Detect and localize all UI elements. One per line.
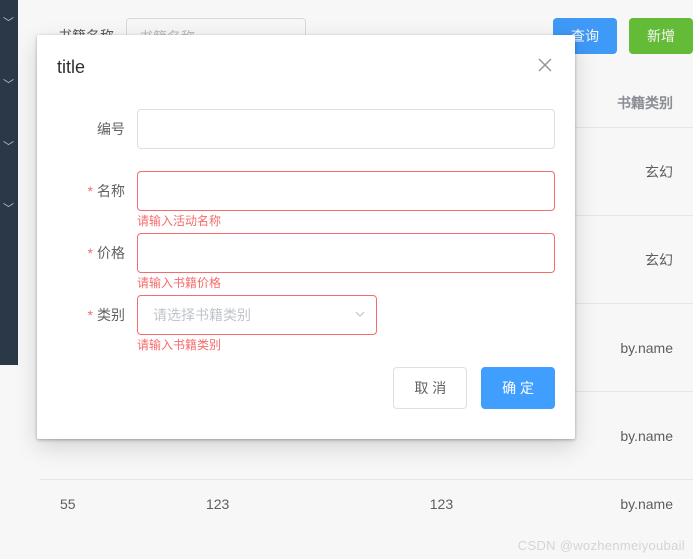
label-category: *类别 [57, 295, 137, 335]
dialog-header: title [37, 35, 575, 89]
form-item-price: *价格 请输入书籍价格 [57, 233, 555, 273]
label-name: *名称 [57, 171, 137, 211]
label-id: 编号 [57, 109, 137, 149]
id-input[interactable] [137, 109, 555, 149]
error-category: 请输入书籍类别 [137, 335, 221, 351]
select-placeholder: 请选择书籍类别 [153, 307, 251, 323]
chevron-down-icon [354, 296, 366, 334]
form-item-category: *类别 请选择书籍类别 请输入书籍类别 [57, 295, 555, 335]
cancel-button[interactable]: 取 消 [393, 367, 467, 409]
form-item-name: *名称 请输入活动名称 [57, 171, 555, 211]
category-select[interactable]: 请选择书籍类别 [137, 295, 377, 335]
dialog-title: title [57, 57, 85, 77]
label-price: *价格 [57, 233, 137, 273]
price-input[interactable] [137, 233, 555, 273]
dialog-footer: 取 消 确 定 [37, 357, 575, 429]
form-item-id: 编号 [57, 109, 555, 149]
error-price: 请输入书籍价格 [137, 273, 221, 289]
dialog-body: 编号 *名称 请输入活动名称 *价格 请输入书籍价格 [37, 89, 575, 335]
dialog: title 编号 *名称 请输入活动名称 *价格 [37, 35, 575, 439]
confirm-button[interactable]: 确 定 [481, 367, 555, 409]
error-name: 请输入活动名称 [137, 211, 221, 227]
close-icon[interactable] [535, 55, 555, 75]
name-input[interactable] [137, 171, 555, 211]
